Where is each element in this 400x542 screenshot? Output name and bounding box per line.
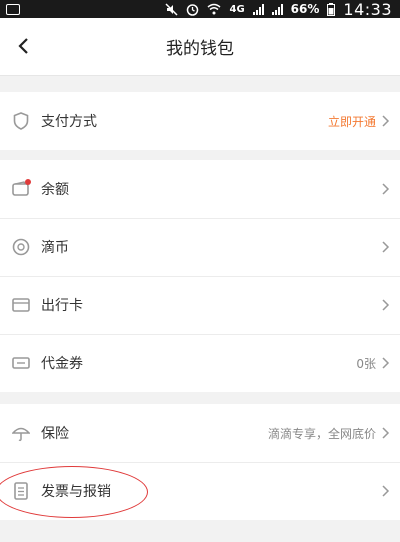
status-icons: 4G 66% 14:33 [165,0,392,19]
chevron-right-icon [382,299,390,311]
assets-section: 余额 滴币 出行卡 代金券 0张 [0,160,400,392]
umbrella-icon [11,423,31,443]
coin-label: 滴币 [41,240,69,256]
insurance-label: 保险 [41,426,69,442]
balance-row[interactable]: 余额 [0,160,400,218]
shield-icon [11,111,31,131]
travel-card-label: 出行卡 [41,298,83,314]
other-section: 保险 滴滴专享，全网底价 发票与报销 [0,404,400,520]
ticket-icon [11,353,31,373]
chevron-right-icon [382,485,390,497]
chevron-right-icon [382,241,390,253]
status-bar: 4G 66% 14:33 [0,0,400,19]
battery-level: 66% [290,2,320,16]
wallet-icon [11,179,31,199]
travel-card-row[interactable]: 出行卡 [0,276,400,334]
wifi-icon [208,3,221,15]
chevron-right-icon [382,427,390,439]
insurance-row[interactable]: 保险 滴滴专享，全网底价 [0,404,400,462]
signal-icon [252,3,264,15]
clock: 14:33 [343,0,392,19]
chevron-right-icon [382,115,390,127]
header: 我的钱包 [0,18,400,76]
battery-icon [327,2,336,16]
payment-section: 支付方式 立即开通 [0,92,400,150]
alarm-icon [187,3,199,16]
signal-icon-2 [271,3,283,15]
payment-method-label: 支付方式 [41,114,97,130]
coin-row[interactable]: 滴币 [0,218,400,276]
chevron-right-icon [382,183,390,195]
balance-label: 余额 [41,182,69,198]
mute-icon [165,2,179,16]
invoice-label: 发票与报销 [41,484,111,500]
network-type: 4G [229,3,245,15]
notification-dot [25,179,31,185]
receipt-icon [11,481,31,501]
page-title: 我的钱包 [166,39,234,59]
voucher-label: 代金券 [41,356,83,372]
activate-now-link[interactable]: 立即开通 [328,113,376,130]
voucher-count: 0张 [356,356,376,371]
payment-method-row[interactable]: 支付方式 立即开通 [0,92,400,150]
voucher-row[interactable]: 代金券 0张 [0,334,400,392]
screenshot-icon [6,3,20,15]
back-icon[interactable] [12,34,36,58]
card-icon [11,295,31,315]
chevron-right-icon [382,357,390,369]
insurance-slogan: 滴滴专享，全网底价 [267,426,376,441]
coin-icon [11,237,31,257]
invoice-row[interactable]: 发票与报销 [0,462,400,520]
